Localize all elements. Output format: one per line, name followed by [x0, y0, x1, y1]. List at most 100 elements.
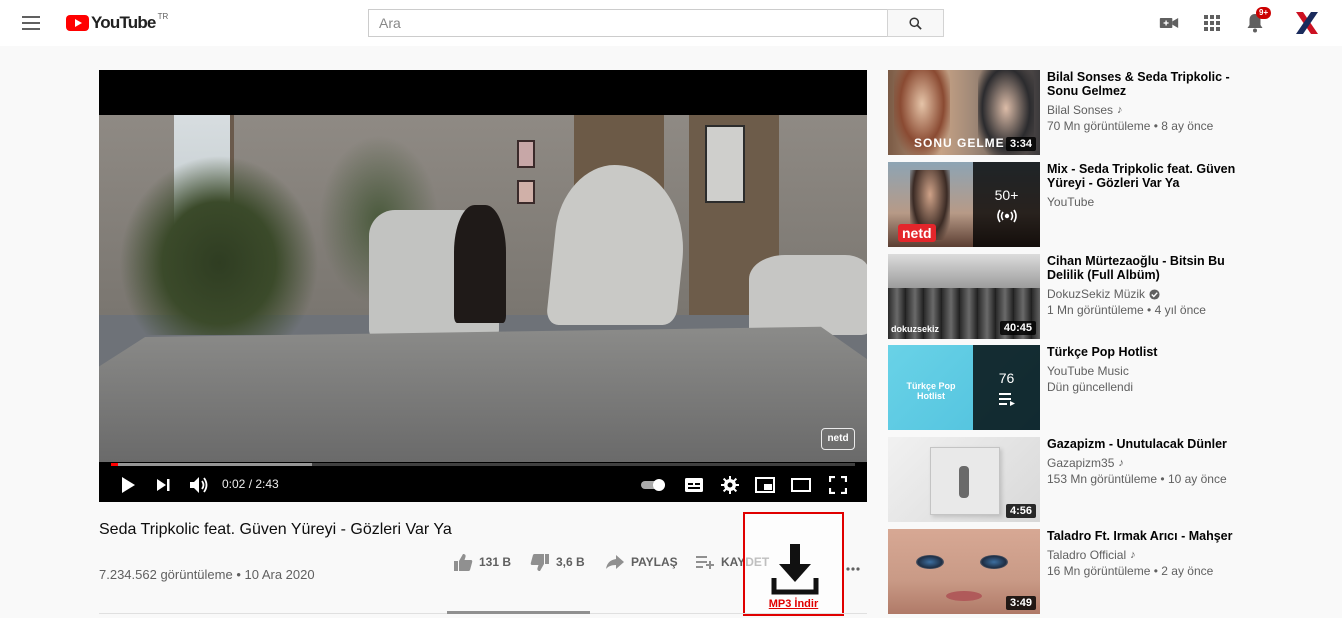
music-note-icon: ♪: [1118, 457, 1124, 469]
playlist-icon: [998, 392, 1015, 406]
sentiment-bar: [447, 611, 590, 614]
duration-badge: 40:45: [999, 321, 1036, 335]
channel-name-row[interactable]: Bilal Sonses ♪: [1047, 103, 1123, 117]
share-label: PAYLAŞ: [631, 555, 678, 569]
recommendation-stats: 1 Mn görüntüleme • 4 yıl önce: [1047, 303, 1206, 317]
logo-text: YouTube: [91, 13, 156, 32]
playlist-count: 76: [998, 369, 1015, 386]
thumbnail-figure: [959, 466, 969, 498]
mute-button[interactable]: [187, 473, 211, 497]
notification-badge: 9+: [1256, 7, 1272, 19]
video-frame[interactable]: netd: [99, 115, 867, 462]
video-scene-picture: [517, 180, 535, 204]
account-avatar[interactable]: [1293, 9, 1321, 37]
video-player[interactable]: netd 0:02 / 2:43: [99, 70, 867, 502]
create-video-button[interactable]: [1158, 12, 1180, 34]
guide-menu-icon[interactable]: [22, 12, 44, 34]
theater-mode-button[interactable]: [789, 473, 813, 497]
video-scene-table: [99, 326, 867, 462]
more-actions-button[interactable]: [846, 559, 860, 574]
mix-thumbnail[interactable]: netd 50+: [888, 162, 1040, 247]
volume-icon: [190, 477, 208, 493]
apps-button[interactable]: [1201, 12, 1223, 34]
mp3-download-widget[interactable]: MP3 İndir: [743, 512, 844, 616]
playlist-add-icon: [696, 556, 714, 569]
recommendation-title[interactable]: Türkçe Pop Hotlist: [1047, 345, 1237, 359]
channel-name-row[interactable]: Taladro Official ♪: [1047, 548, 1136, 562]
time-display: 0:02 / 2:43: [222, 477, 279, 491]
recommendation-title[interactable]: Gazapizm - Unutulacak Dünler: [1047, 437, 1237, 451]
autoplay-toggle[interactable]: [640, 473, 668, 497]
settings-button[interactable]: [718, 473, 742, 497]
channel-name: Gazapizm35: [1047, 456, 1115, 470]
recommendation-title[interactable]: Mix - Seda Tripkolic feat. Güven Yüreyi …: [1047, 162, 1237, 190]
duration-badge: 3:49: [1005, 596, 1036, 610]
channel-name: Bilal Sonses: [1047, 103, 1114, 117]
recommendation-title[interactable]: Taladro Ft. Irmak Arıcı - Mahşer: [1047, 529, 1237, 543]
dislike-button[interactable]: 3,6 B: [530, 551, 585, 573]
masthead: YouTube TR 9+: [0, 0, 1342, 46]
play-button[interactable]: [116, 473, 140, 497]
channel-name-row[interactable]: DokuzSekiz Müzik: [1047, 287, 1160, 301]
miniplayer-icon: [755, 477, 775, 493]
channel-name-row[interactable]: YouTube Music: [1047, 364, 1129, 378]
recommendation-item[interactable]: Türkçe Pop Hotlist 76 Türkçe Pop Hotlist…: [888, 345, 1338, 430]
recommendation-item[interactable]: SONU GELME 3:34 Bilal Sonses & Seda Trip…: [888, 70, 1338, 155]
youtube-play-logo-icon: [66, 15, 89, 31]
progress-played: [111, 463, 119, 466]
mix-overlay: 50+: [973, 162, 1040, 247]
thumbnail-text: netd: [898, 224, 936, 242]
progress-bar[interactable]: [111, 463, 855, 466]
thumbnail-eye: [916, 555, 944, 569]
search-icon: [909, 16, 922, 30]
video-scene-sheet: [749, 255, 867, 335]
autoplay-toggle-icon: [641, 479, 665, 491]
fullscreen-button[interactable]: [826, 473, 850, 497]
thumbs-down-icon: [530, 553, 549, 571]
progress-loaded: [111, 463, 312, 466]
channel-name: Taladro Official: [1047, 548, 1127, 562]
video-thumbnail[interactable]: 3:49: [888, 529, 1040, 614]
search-input[interactable]: [368, 9, 887, 37]
recommendation-stats: Dün güncellendi: [1047, 380, 1134, 394]
youtube-logo[interactable]: YouTube TR: [66, 12, 168, 33]
download-arrow-icon: [771, 544, 819, 595]
video-camera-plus-icon: [1159, 18, 1179, 28]
playlist-thumbnail[interactable]: Türkçe Pop Hotlist 76: [888, 345, 1040, 430]
notifications-button[interactable]: 9+: [1244, 7, 1272, 34]
recommendation-item[interactable]: netd 50+ Mix - Seda Tripkolic feat. Güve…: [888, 162, 1338, 247]
channel-name-row[interactable]: Gazapizm35 ♪: [1047, 456, 1124, 470]
view-count-date: 7.234.562 görüntüleme • 10 Ara 2020: [99, 567, 315, 582]
like-count: 131 B: [479, 555, 512, 569]
like-button[interactable]: 131 B: [453, 551, 511, 573]
thumbnail-lips: [946, 591, 982, 601]
mp3-download-link[interactable]: MP3 İndir: [745, 598, 842, 610]
share-button[interactable]: PAYLAŞ: [605, 551, 678, 573]
video-thumbnail[interactable]: SONU GELME 3:34: [888, 70, 1040, 155]
channel-name-row[interactable]: YouTube: [1047, 195, 1094, 209]
thumbnail-text: dokuzsekiz: [891, 324, 940, 334]
search-button[interactable]: [887, 9, 944, 37]
subtitles-button[interactable]: [682, 473, 706, 497]
recommendation-item[interactable]: dokuzsekiz 40:45 Cihan Mürtezaoğlu - Bit…: [888, 254, 1338, 339]
subtitles-icon: [685, 478, 703, 492]
miniplayer-button[interactable]: [753, 473, 777, 497]
apps-grid-icon: [1204, 15, 1220, 31]
recommendation-item[interactable]: 3:49 Taladro Ft. Irmak Arıcı - Mahşer Ta…: [888, 529, 1338, 614]
recommendation-title[interactable]: Bilal Sonses & Seda Tripkolic - Sonu Gel…: [1047, 70, 1237, 98]
video-thumbnail[interactable]: dokuzsekiz 40:45: [888, 254, 1040, 339]
channel-name: YouTube Music: [1047, 364, 1129, 378]
thumbs-up-icon: [454, 553, 473, 571]
next-button[interactable]: [151, 473, 175, 497]
recommendation-stats: 16 Mn görüntüleme • 2 ay önce: [1047, 564, 1214, 578]
thumbnail-text: SONU GELME: [914, 136, 1005, 150]
theater-mode-icon: [791, 478, 811, 492]
recommendation-item[interactable]: 4:56 Gazapizm - Unutulacak Dünler Gazapi…: [888, 437, 1338, 522]
fullscreen-icon: [829, 476, 847, 494]
channel-watermark[interactable]: netd: [821, 428, 855, 450]
recommendation-title[interactable]: Cihan Mürtezaoğlu - Bitsin Bu Delilik (F…: [1047, 254, 1237, 282]
more-dots-icon: [846, 567, 860, 571]
thumbnail-eye: [980, 555, 1008, 569]
video-thumbnail[interactable]: 4:56: [888, 437, 1040, 522]
skip-next-icon: [157, 479, 170, 491]
